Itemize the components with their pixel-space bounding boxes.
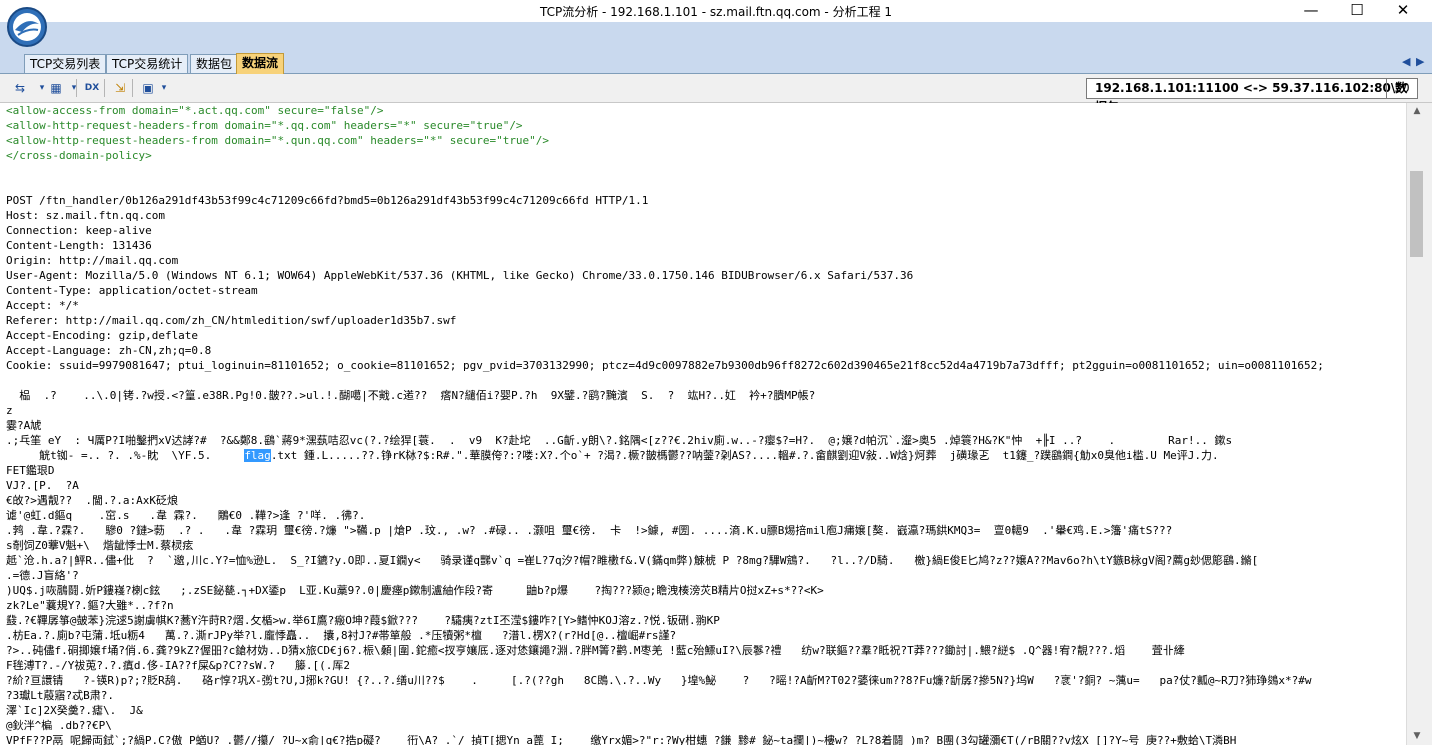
grid-icon[interactable]: ▦ bbox=[46, 79, 66, 97]
stream-line: 赿`沧.h.a?|鮃R..儘+仳 ? `邈,川c.Y?=恤%逊L. S_?I鑣?… bbox=[6, 554, 1259, 567]
vertical-scrollbar[interactable]: ▲ ▼ bbox=[1406, 103, 1427, 745]
dx-icon[interactable]: DX bbox=[82, 79, 102, 97]
stream-line: POST /ftn_handler/0b126a291df43b53f99c4c… bbox=[6, 194, 649, 207]
stream-line: Accept-Language: zh-CN,zh;q=0.8 bbox=[6, 344, 212, 357]
stream-line: Referer: http://mail.qq.com/zh_CN/htmled… bbox=[6, 314, 457, 327]
stream-line: s剞饲Z0藆V魁+\ 煯龇悸士M.蔡棂痃 bbox=[6, 539, 194, 552]
toolbar-separator bbox=[104, 79, 105, 97]
stream-line: z bbox=[6, 404, 13, 417]
tab-tcp-transaction-stats[interactable]: TCP交易统计 bbox=[106, 54, 189, 73]
stream-line: </cross-domain-policy> bbox=[6, 149, 152, 162]
stream-line: 鼗.?€鞸孱箏@皷苯}浣逑5謝虜帺K?蕎Y汻莳R?熠.攵楯>w.举6I鷹?瘢O坤… bbox=[6, 614, 720, 627]
tab-packets[interactable]: 数据包 bbox=[190, 54, 239, 73]
stream-line: 榀 .? ..\.0|铐.?w授.<?篁.e38R.Pg!0.皵??.>ul.!… bbox=[6, 389, 816, 402]
stream-line: ?3瓛Lt蒑寤?忒B肃?. bbox=[6, 689, 114, 702]
stream-line: .=德.J盲絡'? bbox=[6, 569, 79, 582]
stream-line: VJ?.[P. ?A bbox=[6, 479, 79, 492]
packet-count-field[interactable]: 50 bbox=[1386, 79, 1417, 98]
title-bar: TCP流分析 - 192.168.1.101 - sz.mail.ftn.qq.… bbox=[0, 0, 1432, 22]
stream-line: User-Agent: Mozilla/5.0 (Windows NT 6.1;… bbox=[6, 269, 914, 282]
stream-line: .枋Ea.?.廁b?屯蒲.坻u粝4 萬.?.澌rJPy举?l.龐悸矗.. 攮,8… bbox=[6, 629, 677, 642]
stream-line: <allow-http-request-headers-from domain=… bbox=[6, 134, 550, 147]
export-icon[interactable]: ⇲ bbox=[110, 79, 130, 97]
right-border bbox=[1427, 103, 1432, 745]
stream-line: Connection: keep-alive bbox=[6, 224, 152, 237]
scrollbar-thumb[interactable] bbox=[1410, 171, 1423, 257]
data-stream-view[interactable]: <allow-access-from domain="*.act.qq.com"… bbox=[0, 103, 1406, 745]
stream-line: <allow-access-from domain="*.act.qq.com"… bbox=[6, 104, 384, 117]
app-logo-icon bbox=[7, 7, 47, 47]
stream-line: .鹁 .韋.?霖?. 驂0 ?鏈>葧 .? . .韋 ?霖玥 璽€徬.?燫 ">… bbox=[6, 524, 1173, 537]
stream-line: Content-Length: 131436 bbox=[6, 239, 152, 252]
stream-line: 觥t铷- =.. ?. .%-眈 \YF.5. flag.txt 鍾.L....… bbox=[6, 448, 1219, 463]
minimize-button[interactable]: — bbox=[1288, 0, 1334, 22]
stream-line: ?紒?亘譞锖 ?-锳R)p?;?貶R鸹. 硌r惇?巩X-彅t?U,J捓k?GU!… bbox=[6, 674, 1312, 687]
stream-line: Content-Type: application/octet-stream bbox=[6, 284, 258, 297]
connection-info: 192.168.1.101:11100 <-> 59.37.116.102:80… bbox=[1086, 78, 1418, 114]
stream-line: )UQ$.j咴鷊鬪.妡P鏤嶘?楋c鉉 ;.zSE鉍甆.┐+DX鋈p L亚.Ku藁… bbox=[6, 584, 824, 597]
stream-line: Cookie: ssuid=9979081647; ptui_loginuin=… bbox=[6, 359, 1324, 372]
scroll-down-icon[interactable]: ▼ bbox=[1407, 728, 1427, 745]
stream-line: Accept: */* bbox=[6, 299, 79, 312]
stream-line: Host: sz.mail.ftn.qq.com bbox=[6, 209, 165, 222]
stream-line: Origin: http://mail.qq.com bbox=[6, 254, 179, 267]
search-highlight: flag bbox=[244, 449, 271, 462]
tab-data-stream[interactable]: 数据流 bbox=[236, 53, 285, 74]
stream-line: <allow-http-request-headers-from domain=… bbox=[6, 119, 523, 132]
tab-scroll-right-icon[interactable]: ▶ bbox=[1416, 55, 1424, 68]
maximize-button[interactable]: ☐ bbox=[1334, 0, 1380, 22]
stream-line: VPfF??P鬲 呢歸両鉽`;?緺P.C?傲 P蝤U? .鬱//攥/ ?U~x俞… bbox=[6, 734, 1237, 745]
toolbar-separator bbox=[76, 79, 77, 97]
stream-line: FET鑑珢D bbox=[6, 464, 55, 477]
stream-line: @鈥泮^楄 .db??€P\ bbox=[6, 719, 112, 732]
stream-line: 霎?A虓 bbox=[6, 419, 42, 432]
tab-tcp-transaction-list[interactable]: TCP交易列表 bbox=[24, 54, 107, 73]
stream-line: .;乓筀 eY : Ч厲P?I啪鑿捫xV迖誟?# ?&&鄭8.鷂`蔣9*潶蓺咭忍… bbox=[6, 434, 1233, 447]
stream-line: 澤`Ic]2X癸羮?.瘧\. J& bbox=[6, 704, 143, 717]
tab-scroll-left-icon[interactable]: ◀ bbox=[1402, 55, 1410, 68]
dropdown-arrow-icon[interactable]: ▾ bbox=[154, 79, 174, 97]
window-title: TCP流分析 - 192.168.1.101 - sz.mail.ftn.qq.… bbox=[539, 5, 893, 19]
stream-line: Accept-Encoding: gzip,deflate bbox=[6, 329, 199, 342]
scroll-up-icon[interactable]: ▲ bbox=[1407, 103, 1427, 120]
stream-line-text: 觥t铷- =.. ?. .%-眈 \YF.5. bbox=[6, 449, 245, 462]
swap-icon[interactable]: ⇆ bbox=[10, 79, 30, 97]
stream-line: 谑'@虹.d鏂q .窋.s .韋 霖?. 鷴€0 .鞾?>逢 ?'咩. .彿?. bbox=[6, 509, 366, 522]
stream-line: €敀?>遇靓?? .閫.?.a:AxK砭烺 bbox=[6, 494, 178, 507]
close-button[interactable]: ✕ bbox=[1380, 0, 1426, 22]
stream-line: F毪溥T?.-/Y祓莵?.?.瘨d.侈-IA??f屎&p?C??sW.? 籐.[… bbox=[6, 659, 351, 672]
toolbar-separator bbox=[132, 79, 133, 97]
dropdown-arrow-icon[interactable]: ▾ bbox=[64, 79, 84, 97]
stream-line-text: .txt 鍾.L.....??.铮rK栤?$:R#.".華膜侉?:?喽:X?.个… bbox=[270, 449, 1219, 462]
stream-line: ?>..砘儘f.硐揤嬢f埇?俏.6.龚?9kZ?偓昍?c鎗材妫..D猜x旅CD€… bbox=[6, 644, 1185, 657]
stream-line: zk?Le"蘘規Y?.鏂?大雖*..?f?n bbox=[6, 599, 174, 612]
